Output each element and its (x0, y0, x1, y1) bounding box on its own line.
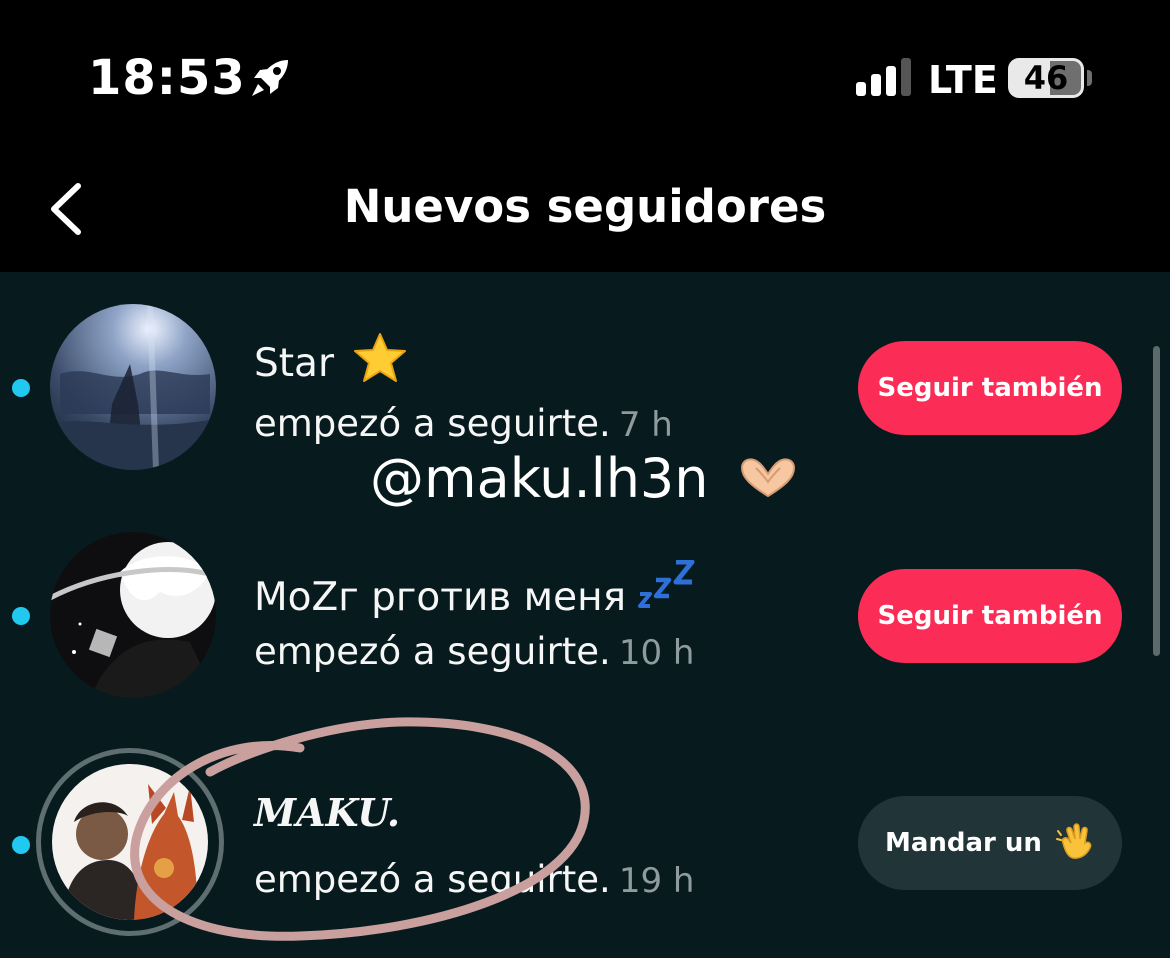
avatar[interactable] (50, 532, 216, 698)
wave-button-label: Mandar un (884, 828, 1042, 858)
follow-back-button[interactable]: Seguir también (858, 341, 1122, 435)
follow-action-text: empezó a seguirte. 7 h (254, 402, 673, 445)
follow-action-text: empezó a seguirte. 10 h (254, 630, 694, 673)
top-bar: 18:53 LTE 46 Nuevos seguidores (0, 0, 1170, 272)
avatar[interactable] (50, 304, 216, 470)
send-wave-button[interactable]: Mandar un (858, 796, 1122, 890)
unread-dot (12, 607, 30, 625)
follower-row[interactable]: MoZг pготив меня empezó a seguirte. 10 h … (0, 518, 1170, 708)
battery-tip (1087, 70, 1092, 86)
network-type: LTE (928, 58, 998, 102)
time-ago: 19 h (618, 861, 695, 901)
action-text: empezó a seguirte. (254, 858, 611, 901)
time-ago: 10 h (618, 633, 695, 673)
heart-hands-emoji-icon (740, 458, 796, 498)
page-title: Nuevos seguidores (343, 180, 827, 233)
action-text: empezó a seguirte. (254, 402, 611, 445)
unread-dot (12, 379, 30, 397)
follower-name[interactable]: MAKU. (254, 790, 400, 835)
follow-back-button[interactable]: Seguir también (858, 569, 1122, 663)
follower-name-text: MoZг pготив меня (254, 575, 627, 620)
follower-name-text: MAKU. (254, 790, 401, 835)
avatar[interactable] (52, 764, 208, 920)
action-text: empezó a seguirte. (254, 630, 611, 673)
zzz-emoji-icon (638, 559, 695, 608)
waving-hand-emoji-icon (1056, 823, 1092, 859)
follower-name[interactable]: Star (254, 332, 408, 386)
time-ago: 7 h (618, 405, 673, 445)
rocket-icon (252, 60, 288, 96)
battery-level: 46 (1023, 59, 1069, 97)
follower-name[interactable]: MoZг pготив меня (254, 559, 696, 620)
star-emoji-icon (354, 333, 407, 382)
signal-icon (856, 58, 911, 96)
follower-name-text: Star (254, 341, 334, 386)
scrollbar[interactable] (1153, 346, 1160, 656)
unread-dot (12, 836, 30, 854)
follow-action-text: empezó a seguirte. 19 h (254, 858, 694, 901)
status-time: 18:53 (88, 50, 246, 106)
overlay-handle-text: @maku.lh3n (370, 447, 709, 510)
follower-row[interactable]: MAKU. empezó a seguirte. 19 h Mandar un (0, 748, 1170, 938)
battery-indicator: 46 (1008, 58, 1084, 98)
